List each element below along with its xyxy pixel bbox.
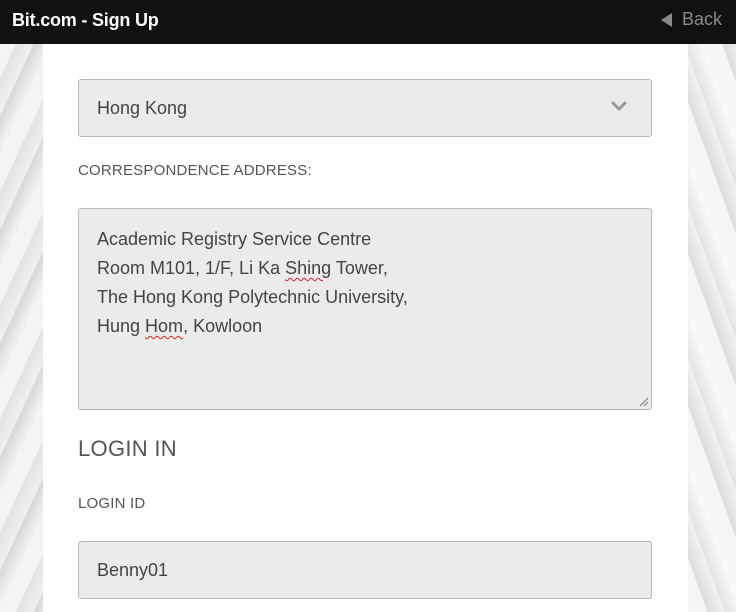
back-button[interactable]: Back (660, 9, 722, 30)
resize-grip-icon[interactable] (639, 397, 649, 407)
country-select[interactable]: Hong Kong (78, 79, 652, 137)
address-line: The Hong Kong Polytechnic University, (97, 287, 408, 307)
background-right (688, 44, 736, 612)
address-textarea[interactable]: Academic Registry Service Centre Room M1… (78, 208, 652, 410)
country-select-value: Hong Kong (97, 98, 188, 118)
address-line: Academic Registry Service Centre (97, 229, 372, 249)
spellcheck-word: Hom (145, 316, 184, 336)
page-title: Bit.com - Sign Up (12, 10, 159, 30)
login-id-value: Benny01 (97, 560, 169, 580)
login-id-input[interactable]: Benny01 (78, 541, 652, 599)
top-bar: Bit.com - Sign Up Back (0, 0, 736, 44)
chevron-down-icon (611, 101, 627, 111)
login-section-heading: LOGIN IN (78, 436, 177, 461)
login-id-label: LOGIN ID (78, 495, 146, 512)
back-label: Back (681, 9, 722, 29)
signup-form-card: Hong Kong CORRESPONDENCE ADDRESS: Academ… (43, 44, 688, 612)
background-left (0, 44, 43, 612)
address-text: Academic Registry Service Centre Room M1… (97, 225, 408, 341)
address-label: CORRESPONDENCE ADDRESS: (78, 162, 312, 179)
address-line: Hung Hom, Kowloon (97, 316, 263, 336)
spellcheck-word: Shing (285, 258, 332, 278)
back-arrow-icon (660, 12, 672, 27)
address-line: Room M101, 1/F, Li Ka Shing Tower, (97, 258, 388, 278)
